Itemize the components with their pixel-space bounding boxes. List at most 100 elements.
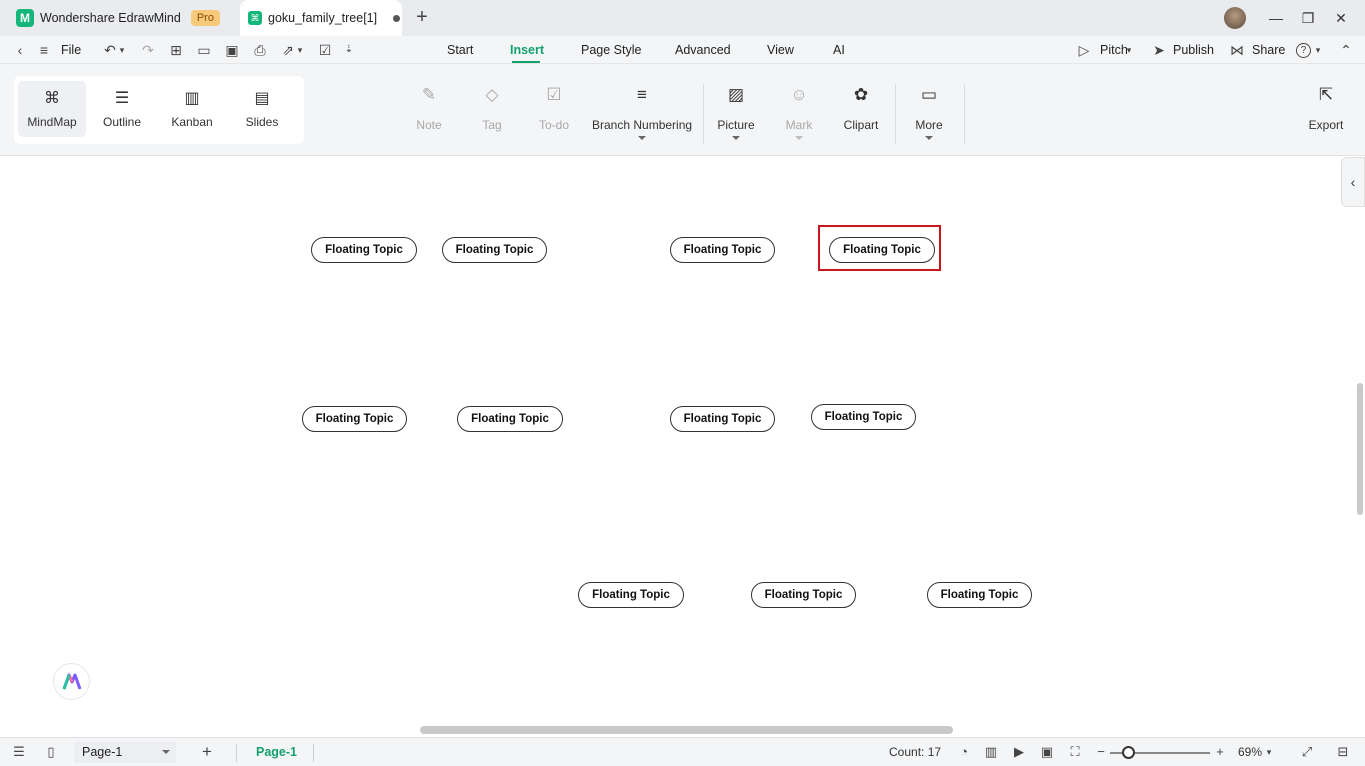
close-button[interactable]: ✕ xyxy=(1331,8,1351,28)
fullscreen-fit-icon[interactable]: ⛶ xyxy=(1066,743,1084,761)
floating-topic[interactable]: Floating Topic xyxy=(302,406,407,432)
floating-topic[interactable]: Floating Topic xyxy=(751,582,856,608)
add-page-button[interactable]: + xyxy=(198,743,216,761)
tab-page-style[interactable]: Page Style xyxy=(581,43,641,57)
ai-assistant-icon[interactable] xyxy=(53,663,90,700)
fullscreen-icon[interactable]: ⤢ xyxy=(1298,743,1316,761)
clipart-button[interactable]: ✿ Clipart xyxy=(842,84,880,132)
save-icon[interactable]: ▣ xyxy=(222,40,242,60)
mark-dropdown-icon[interactable] xyxy=(795,136,803,140)
todo-button[interactable]: ☑ To-do xyxy=(536,84,572,132)
edrawmind-logo-icon: M xyxy=(16,9,34,27)
view-switcher: ⌘ MindMap ☰ Outline ▥ Kanban ▤ Slides xyxy=(14,76,304,144)
floating-topic[interactable]: Floating Topic xyxy=(670,237,775,263)
help-icon[interactable]: ? xyxy=(1296,43,1311,58)
floating-topic[interactable]: Floating Topic xyxy=(311,237,417,263)
floating-topic[interactable]: Floating Topic xyxy=(457,406,563,432)
share-icon[interactable]: ⋈ xyxy=(1227,40,1247,60)
picture-button[interactable]: ▨ Picture xyxy=(716,84,756,140)
kanban-icon: ▥ xyxy=(184,90,200,107)
hamburger-menu-icon[interactable]: ≡ xyxy=(34,40,54,60)
unsaved-indicator-icon[interactable] xyxy=(393,14,401,22)
undo-dropdown-icon[interactable]: ▾ xyxy=(117,40,127,60)
new-file-icon[interactable]: ⊞ xyxy=(166,40,186,60)
zoom-level[interactable]: 69% xyxy=(1238,745,1262,759)
redo-icon[interactable]: ↷ xyxy=(138,40,158,60)
tab-insert[interactable]: Insert xyxy=(510,43,544,57)
tag-label: Tag xyxy=(482,118,502,132)
floating-topic[interactable]: Floating Topic xyxy=(442,237,547,263)
tab-start[interactable]: Start xyxy=(447,43,473,57)
document-tab[interactable]: ⌘ goku_family_tree[1] xyxy=(240,0,402,36)
picture-dropdown-icon[interactable] xyxy=(732,136,740,140)
avatar[interactable] xyxy=(1224,7,1246,29)
ribbon-toolbar: ⌘ MindMap ☰ Outline ▥ Kanban ▤ Slides ✎ … xyxy=(0,64,1365,156)
theme-icon[interactable]: ◔ xyxy=(955,743,973,761)
view-slides-button[interactable]: ▤ Slides xyxy=(228,81,296,137)
fit-page-icon[interactable]: ▣ xyxy=(1038,743,1056,761)
view-outline-label: Outline xyxy=(102,115,142,129)
side-panel-toggle-button[interactable]: ‹ xyxy=(1341,157,1365,207)
mark-button[interactable]: ☺ Mark xyxy=(782,84,816,140)
floating-topic[interactable]: Floating Topic xyxy=(670,406,775,432)
zoom-in-button[interactable]: + xyxy=(1211,743,1229,761)
vertical-scrollbar[interactable] xyxy=(1357,383,1363,515)
pro-badge[interactable]: Pro xyxy=(190,10,220,26)
export-dropdown-icon[interactable]: ▾ xyxy=(295,40,305,60)
app-tab[interactable]: M Wondershare EdrawMind Pro xyxy=(8,0,236,36)
map-view-icon[interactable]: ▥ xyxy=(982,743,1000,761)
play-icon[interactable]: ▶ xyxy=(1010,743,1028,761)
back-arrow-icon[interactable]: ‹ xyxy=(10,40,30,60)
branch-numbering-dropdown-icon[interactable] xyxy=(638,136,646,140)
horizontal-scrollbar[interactable] xyxy=(420,726,953,734)
note-label: Note xyxy=(416,118,442,132)
zoom-out-button[interactable]: − xyxy=(1092,743,1110,761)
tab-ai[interactable]: AI xyxy=(833,43,845,57)
maximize-button[interactable]: ❐ xyxy=(1298,8,1318,28)
view-mindmap-button[interactable]: ⌘ MindMap xyxy=(18,81,86,137)
view-kanban-button[interactable]: ▥ Kanban xyxy=(158,81,226,137)
mindmap-icon: ⌘ xyxy=(44,90,60,107)
slides-icon: ▤ xyxy=(254,90,270,107)
zoom-slider-thumb[interactable] xyxy=(1122,746,1135,759)
status-divider xyxy=(313,744,314,762)
tag-button[interactable]: ◇ Tag xyxy=(476,84,508,132)
outline-icon: ☰ xyxy=(114,90,130,107)
floating-topic[interactable]: Floating Topic xyxy=(811,404,916,430)
print-icon[interactable]: ⎙ xyxy=(250,40,270,60)
file-menu[interactable]: File xyxy=(61,43,81,57)
menu-bar: ‹ ≡ File ↶ ▾ ↷ ⊞ ▭ ▣ ⎙ ⇗ ▾ ☑ ⇣ Start Ins… xyxy=(0,36,1365,64)
task-check-icon[interactable]: ☑ xyxy=(315,40,335,60)
more-button[interactable]: ▭ More xyxy=(913,84,945,140)
page-select[interactable]: Page-1 xyxy=(74,742,176,763)
share-button[interactable]: Share xyxy=(1252,43,1285,57)
tab-advanced[interactable]: Advanced xyxy=(675,43,731,57)
page-tab[interactable]: Page-1 xyxy=(256,745,297,759)
customize-toolbar-icon[interactable]: ⇣ xyxy=(339,40,359,60)
collapse-ribbon-icon[interactable]: ⌃ xyxy=(1336,40,1356,60)
picture-label: Picture xyxy=(717,118,755,132)
tab-view[interactable]: View xyxy=(767,43,794,57)
view-outline-button[interactable]: ☰ Outline xyxy=(88,81,156,137)
floating-topic[interactable]: Floating Topic xyxy=(927,582,1032,608)
collapse-panel-icon[interactable]: ⊟ xyxy=(1334,743,1352,761)
sidebar-toggle-icon[interactable]: ☰ xyxy=(10,743,28,761)
minimize-button[interactable]: — xyxy=(1266,8,1286,28)
page-panel-icon[interactable]: ▯ xyxy=(42,743,60,761)
open-folder-icon[interactable]: ▭ xyxy=(194,40,214,60)
publish-button[interactable]: Publish xyxy=(1173,43,1214,57)
mindmap-canvas[interactable]: Floating Topic Floating Topic Floating T… xyxy=(0,157,1365,737)
more-dropdown-icon[interactable] xyxy=(925,136,933,140)
new-tab-button[interactable]: + xyxy=(412,7,432,28)
publish-icon[interactable]: ➤ xyxy=(1149,40,1169,60)
help-dropdown-icon[interactable]: ▾ xyxy=(1313,40,1323,60)
branch-numbering-button[interactable]: ≡ Branch Numbering xyxy=(592,84,692,140)
export-icon: ⇱ xyxy=(1318,85,1334,104)
pitch-icon[interactable]: ▷ xyxy=(1074,40,1094,60)
export-button[interactable]: ⇱ Export xyxy=(1306,84,1346,132)
zoom-dropdown-icon[interactable]: ▾ xyxy=(1264,743,1274,761)
note-button[interactable]: ✎ Note xyxy=(412,84,446,132)
pitch-dropdown-icon[interactable]: ▾ xyxy=(1124,40,1134,60)
page-select-value: Page-1 xyxy=(82,745,123,759)
floating-topic[interactable]: Floating Topic xyxy=(578,582,684,608)
